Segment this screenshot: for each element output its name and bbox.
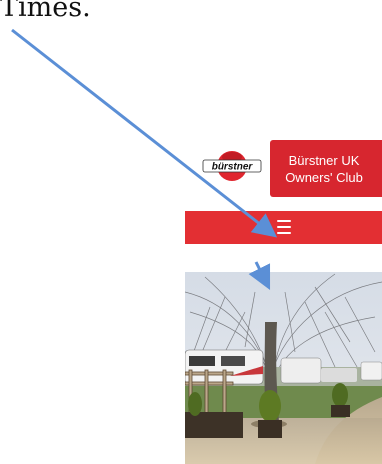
logo-text: bürstner	[212, 162, 254, 173]
document-text-fragment: Times.	[0, 0, 91, 23]
club-title-line1: Bürstner UK	[288, 152, 360, 168]
hero-photo	[185, 272, 382, 464]
site-header: bürstner Bürstner UK Owners' Club	[185, 118, 382, 211]
club-title-banner[interactable]: Bürstner UK Owners' Club	[270, 140, 382, 197]
website-screenshot: bürstner Bürstner UK Owners' Club	[185, 118, 382, 464]
hamburger-menu-icon[interactable]	[277, 219, 291, 235]
burstner-logo[interactable]: bürstner	[201, 148, 263, 184]
club-title-line2: Owners' Club	[285, 169, 363, 185]
